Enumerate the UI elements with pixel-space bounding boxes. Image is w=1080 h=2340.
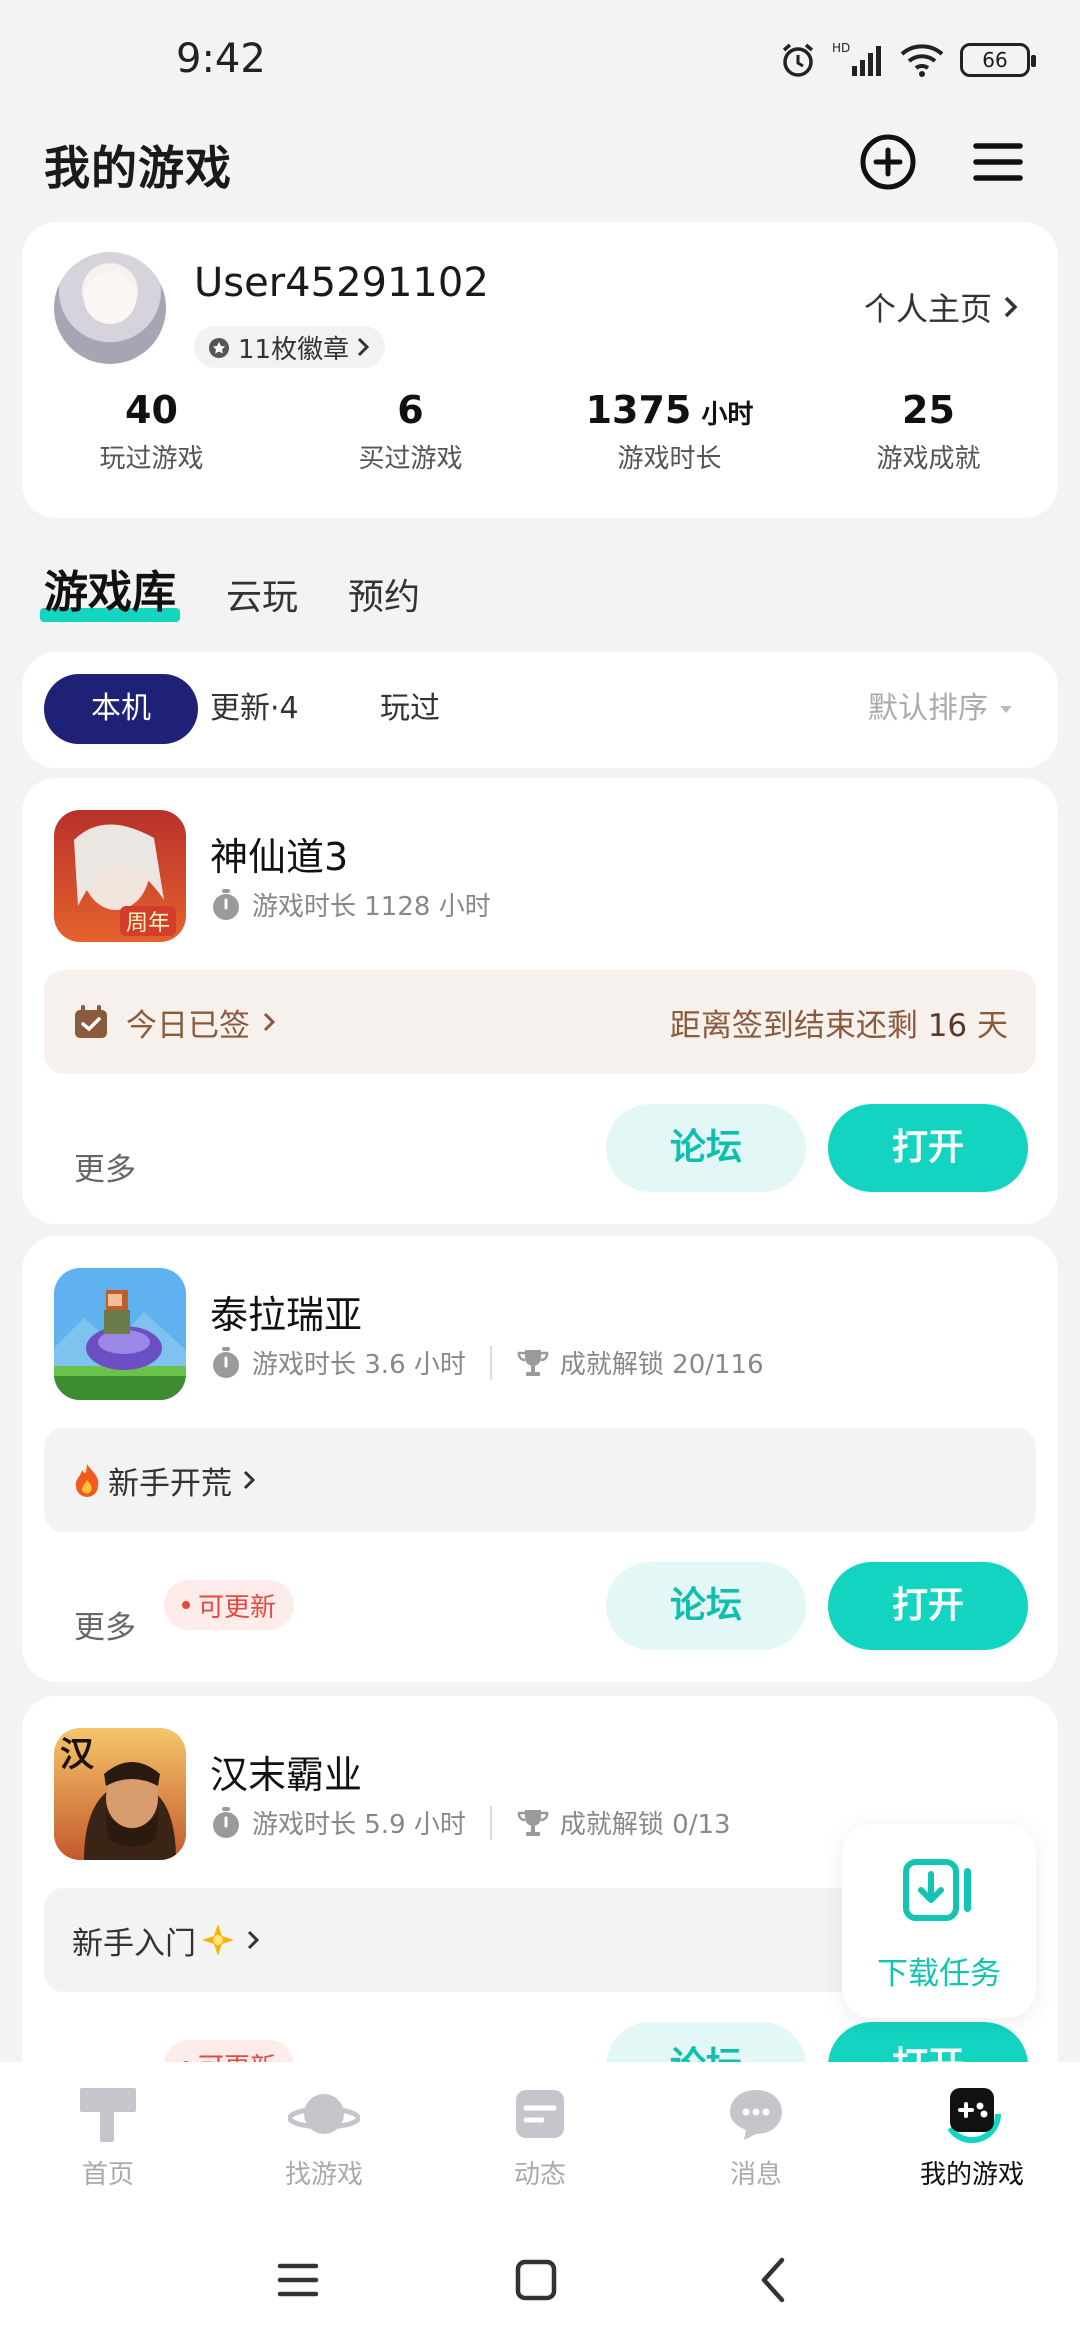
download-tasks-button[interactable]: 下载任务 — [842, 1824, 1036, 2018]
more-button[interactable]: 更多 — [74, 1602, 136, 1647]
home-icon — [80, 2088, 136, 2142]
calendar-check-icon — [75, 1005, 107, 1038]
nav-my-games[interactable]: 我的游戏 — [864, 2062, 1080, 2222]
home-square-icon[interactable] — [506, 2250, 566, 2310]
game-card: 泰拉瑞亚 游戏时长 3.6 小时 成就解锁 20/116 新手开荒 更多 可更新… — [22, 1236, 1058, 1682]
battery-indicator: 66 — [960, 43, 1036, 77]
game-playtime: 游戏时长 1128 小时 — [252, 892, 491, 922]
guide-label: 新手入门 — [72, 1925, 196, 1962]
forum-button[interactable]: 论坛 — [606, 1104, 806, 1192]
filter-bar: 本机 更新·4 玩过 默认排序 — [22, 652, 1058, 768]
profile-card: User45291102 11枚徽章 个人主页 40 玩过游戏 6 买过游戏 1… — [22, 222, 1058, 518]
filter-updates[interactable]: 更新·4 — [210, 674, 299, 744]
app-header: 我的游戏 — [0, 120, 1080, 230]
avatar[interactable] — [54, 252, 166, 364]
chevron-right-icon — [263, 1012, 276, 1032]
chevron-right-icon — [358, 337, 370, 357]
game-card: 周年 神仙道3 游戏时长 1128 小时 今日已签 距离签到结束还剩 16 天 … — [22, 778, 1058, 1224]
fire-icon — [75, 1464, 99, 1497]
wifi-icon — [900, 44, 944, 77]
message-icon — [730, 2090, 782, 2140]
stat-played[interactable]: 40 玩过游戏 — [22, 388, 281, 475]
open-button[interactable]: 打开 — [828, 1104, 1028, 1192]
stat-bought[interactable]: 6 买过游戏 — [281, 388, 540, 475]
chevron-right-icon — [243, 1470, 256, 1490]
back-chevron-icon[interactable] — [744, 2250, 804, 2310]
stat-achievements[interactable]: 25 游戏成就 — [799, 388, 1058, 475]
add-icon[interactable] — [856, 130, 920, 194]
guide-banner[interactable]: 新手开荒 — [44, 1428, 1036, 1532]
game-achievements: 成就解锁 0/13 — [559, 1810, 731, 1840]
chevron-right-icon — [1004, 296, 1018, 318]
nav-messages[interactable]: 消息 — [648, 2062, 864, 2222]
download-icon — [903, 1859, 971, 1921]
filter-local[interactable]: 本机 — [44, 674, 198, 744]
game-playtime: 游戏时长 3.6 小时 — [252, 1350, 466, 1380]
open-button[interactable]: 打开 — [828, 1562, 1028, 1650]
guide-label: 新手开荒 — [108, 1465, 232, 1502]
trophy-icon — [517, 1349, 549, 1376]
tab-library[interactable]: 游戏库 — [40, 556, 180, 622]
username: User45291102 — [194, 260, 489, 306]
game-icon-terraria[interactable] — [54, 1268, 186, 1400]
status-time: 9:42 — [176, 36, 266, 82]
page-title: 我的游戏 — [44, 141, 232, 195]
sort-dropdown[interactable]: 默认排序 — [868, 674, 1014, 744]
game-title: 汉末霸业 — [210, 1753, 363, 1797]
game-icon-shenxiandao[interactable]: 周年 — [54, 810, 186, 942]
recents-menu-icon[interactable] — [268, 2250, 328, 2310]
nav-feed[interactable]: 动态 — [432, 2062, 648, 2222]
library-tabs: 游戏库 云玩 预约 — [40, 556, 420, 622]
gamepad-icon — [947, 2088, 1002, 2144]
svg-text:周年: 周年 — [126, 911, 170, 936]
sparkle-star-icon — [202, 1924, 234, 1956]
game-icon-hanmobaye[interactable]: 汉 — [54, 1728, 186, 1860]
checkin-countdown: 距离签到结束还剩 16 天 — [669, 1007, 1008, 1044]
nav-discover[interactable]: 找游戏 — [216, 2062, 432, 2222]
nav-home[interactable]: 首页 — [0, 2062, 216, 2222]
forum-button[interactable]: 论坛 — [606, 1562, 806, 1650]
personal-homepage-link[interactable]: 个人主页 — [864, 284, 1020, 330]
bottom-nav: 首页 找游戏 动态 消息 我的游戏 — [0, 2062, 1080, 2222]
tab-reservations[interactable]: 预约 — [348, 568, 420, 620]
tab-cloud-play[interactable]: 云玩 — [226, 568, 298, 620]
stopwatch-icon — [213, 888, 239, 920]
game-title: 神仙道3 — [210, 835, 349, 879]
stopwatch-icon — [213, 1806, 239, 1838]
checkin-status: 今日已签 — [126, 1007, 250, 1044]
svg-text:汉: 汉 — [60, 1735, 95, 1775]
signal-icon: HD — [832, 41, 881, 76]
status-bar: 9:42 HD 66 — [0, 0, 1080, 120]
medal-icon — [209, 338, 229, 358]
checkin-banner[interactable]: 今日已签 距离签到结束还剩 16 天 — [44, 970, 1036, 1074]
alarm-icon — [782, 43, 814, 77]
trophy-icon — [517, 1809, 549, 1836]
system-navigation-bar — [0, 2222, 1080, 2340]
update-available-badge[interactable]: 可更新 — [164, 1580, 295, 1630]
profile-stats: 40 玩过游戏 6 买过游戏 1375 小时 游戏时长 25 游戏成就 — [22, 388, 1058, 475]
caret-down-icon — [1000, 706, 1012, 713]
game-title: 泰拉瑞亚 — [210, 1293, 363, 1337]
filter-played[interactable]: 玩过 — [380, 674, 440, 744]
feed-icon — [516, 2090, 564, 2138]
game-achievements: 成就解锁 20/116 — [559, 1350, 764, 1380]
game-playtime: 游戏时长 5.9 小时 — [252, 1810, 466, 1840]
planet-icon — [287, 2094, 361, 2134]
stopwatch-icon — [213, 1346, 239, 1378]
more-button[interactable]: 更多 — [74, 1144, 136, 1189]
chevron-right-icon — [247, 1930, 260, 1950]
badges-pill[interactable]: 11枚徽章 — [194, 326, 386, 368]
menu-icon[interactable] — [966, 130, 1030, 194]
stat-playtime[interactable]: 1375 小时 游戏时长 — [540, 388, 799, 475]
svg-text:HD: HD — [832, 41, 850, 55]
